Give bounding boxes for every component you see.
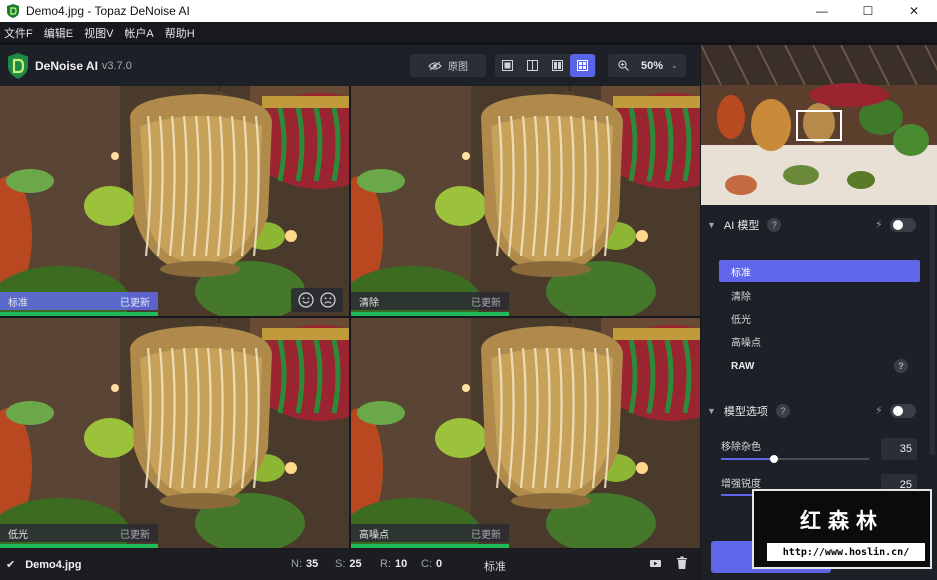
preview-pane-clear[interactable]: 清除 已更新 — [351, 86, 700, 316]
minimize-button[interactable]: — — [799, 0, 845, 22]
stat-color: C: 0 — [421, 558, 443, 570]
preview-pane-severe-noise[interactable]: 高噪点 已更新 — [351, 318, 700, 548]
preview-image — [351, 86, 700, 316]
eye-off-icon — [428, 61, 442, 70]
title-bar: Demo4.jpg - Topaz DeNoise AI — ☐ ✕ — [0, 0, 937, 22]
menu-view[interactable]: 视图V — [84, 25, 113, 41]
lightning-icon: ⚡ — [875, 405, 883, 417]
pane-model-name: 高噪点 — [359, 529, 389, 541]
export-icon[interactable] — [649, 557, 662, 570]
pane-model-name: 低光 — [8, 529, 28, 541]
header-toolbar: DeNoise AI v3.7.0 原图 50% ⌄ — [0, 45, 700, 86]
brand-name: DeNoise AI — [35, 58, 98, 73]
single-view-button[interactable] — [495, 54, 520, 77]
lightning-icon: ⚡ — [875, 219, 883, 231]
model-option-clear[interactable]: 清除 — [719, 284, 920, 306]
preview-pane-low-light[interactable]: 低光 已更新 — [0, 318, 349, 548]
chevron-down-icon: ▼ — [707, 220, 716, 230]
stat-recover: R: 10 — [380, 558, 408, 570]
model-option-low-light[interactable]: 低光 — [719, 307, 920, 329]
side-by-side-view-icon — [552, 60, 563, 71]
model-option-raw-label: RAW — [731, 360, 755, 372]
pane-status: 已更新 — [120, 297, 150, 309]
sharpen-label: 增强锐度 — [721, 479, 761, 490]
remove-noise-slider[interactable] — [721, 455, 869, 463]
pane-status: 已更新 — [120, 529, 150, 541]
side-by-side-view-button[interactable] — [545, 54, 570, 77]
panel-scrollbar[interactable] — [930, 205, 935, 455]
model-option-severe-noise[interactable]: 高噪点 — [719, 330, 920, 352]
zoom-value: 50% — [641, 59, 664, 72]
chevron-down-icon: ▼ — [707, 406, 716, 416]
pane-label: 标准 已更新 — [0, 292, 158, 310]
watermark-title: 红森林 — [800, 509, 884, 533]
model-options-auto-toggle[interactable] — [890, 404, 916, 418]
view-mode-group — [495, 54, 596, 77]
quad-view-icon — [577, 60, 588, 71]
check-icon: ✔ — [6, 559, 16, 571]
pane-label: 清除 已更新 — [351, 292, 509, 310]
slider-handle[interactable] — [770, 455, 778, 463]
menu-edit[interactable]: 编辑E — [44, 25, 73, 41]
pane-label: 高噪点 已更新 — [351, 524, 509, 542]
model-option-standard[interactable]: 标准 — [719, 260, 920, 282]
denoise-logo-icon — [8, 52, 28, 79]
zoom-in-icon — [618, 60, 629, 71]
denoise-app-icon — [7, 4, 19, 18]
single-view-icon — [502, 60, 513, 71]
remove-noise-label: 移除杂色 — [721, 442, 761, 453]
navigator-viewport-box[interactable] — [796, 110, 842, 141]
ai-model-section-header[interactable]: ▼ AI 模型 ? ⚡ — [701, 214, 931, 236]
section-title: AI 模型 — [723, 220, 760, 232]
maximize-button[interactable]: ☐ — [845, 0, 891, 22]
feedback-buttons — [291, 288, 343, 312]
help-icon[interactable]: ? — [767, 218, 782, 232]
remove-noise-value[interactable]: 35 — [881, 438, 917, 460]
window-title: Demo4.jpg - Topaz DeNoise AI — [26, 4, 190, 18]
zoom-control[interactable]: 50% ⌄ — [608, 54, 686, 77]
close-button[interactable]: ✕ — [891, 0, 937, 22]
menu-file[interactable]: 文件F — [4, 25, 33, 41]
preview-pane-standard[interactable]: 标准 已更新 — [0, 86, 349, 316]
version-label: v3.7.0 — [101, 59, 132, 72]
split-view-icon — [527, 60, 538, 71]
pane-progress-bar — [0, 544, 158, 548]
smile-icon[interactable] — [298, 292, 314, 308]
trash-icon[interactable] — [676, 556, 688, 570]
preview-image — [351, 318, 700, 548]
model-option-raw[interactable]: RAW ? — [719, 355, 920, 377]
chevron-down-icon: ⌄ — [671, 61, 678, 70]
pane-progress-bar — [351, 312, 509, 316]
status-filename: Demo4.jpg — [25, 558, 82, 571]
help-icon[interactable]: ? — [894, 359, 908, 373]
navigator-thumbnail[interactable] — [701, 45, 937, 205]
menu-account[interactable]: 帐户A — [124, 25, 153, 41]
watermark: 红森林 http://www.hoslin.cn/ — [752, 489, 932, 569]
show-original-label: 原图 — [448, 62, 468, 73]
split-view-button[interactable] — [520, 54, 545, 77]
pane-status: 已更新 — [471, 529, 501, 541]
pane-status: 已更新 — [471, 297, 501, 309]
pane-model-name: 标准 — [8, 297, 28, 309]
pane-model-name: 清除 — [359, 297, 379, 309]
model-options-section-header[interactable]: ▼ 模型选项 ? ⚡ — [701, 400, 931, 422]
help-icon[interactable]: ? — [775, 404, 790, 418]
show-original-button[interactable]: 原图 — [410, 54, 486, 77]
status-model: 标准 — [484, 561, 506, 573]
section-title: 模型选项 — [723, 406, 768, 418]
ai-model-auto-toggle[interactable] — [890, 218, 916, 232]
watermark-url: http://www.hoslin.cn/ — [767, 543, 925, 561]
preview-image — [0, 318, 349, 548]
status-bar: ✔ Demo4.jpg N: 35 S: 25 R: 10 C: 0 标准 — [0, 549, 700, 580]
preview-image — [0, 86, 349, 316]
menu-bar: 文件F 编辑E 视图V 帐户A 帮助H — [0, 22, 937, 44]
frown-icon[interactable] — [320, 292, 336, 308]
pane-label: 低光 已更新 — [0, 524, 158, 542]
menu-help[interactable]: 帮助H — [165, 25, 195, 41]
pane-progress-bar — [351, 544, 509, 548]
stat-noise: N: 35 — [291, 558, 319, 570]
pane-progress-bar — [0, 312, 158, 316]
quad-view-button[interactable] — [570, 54, 595, 77]
stat-sharpen: S: 25 — [335, 558, 362, 570]
